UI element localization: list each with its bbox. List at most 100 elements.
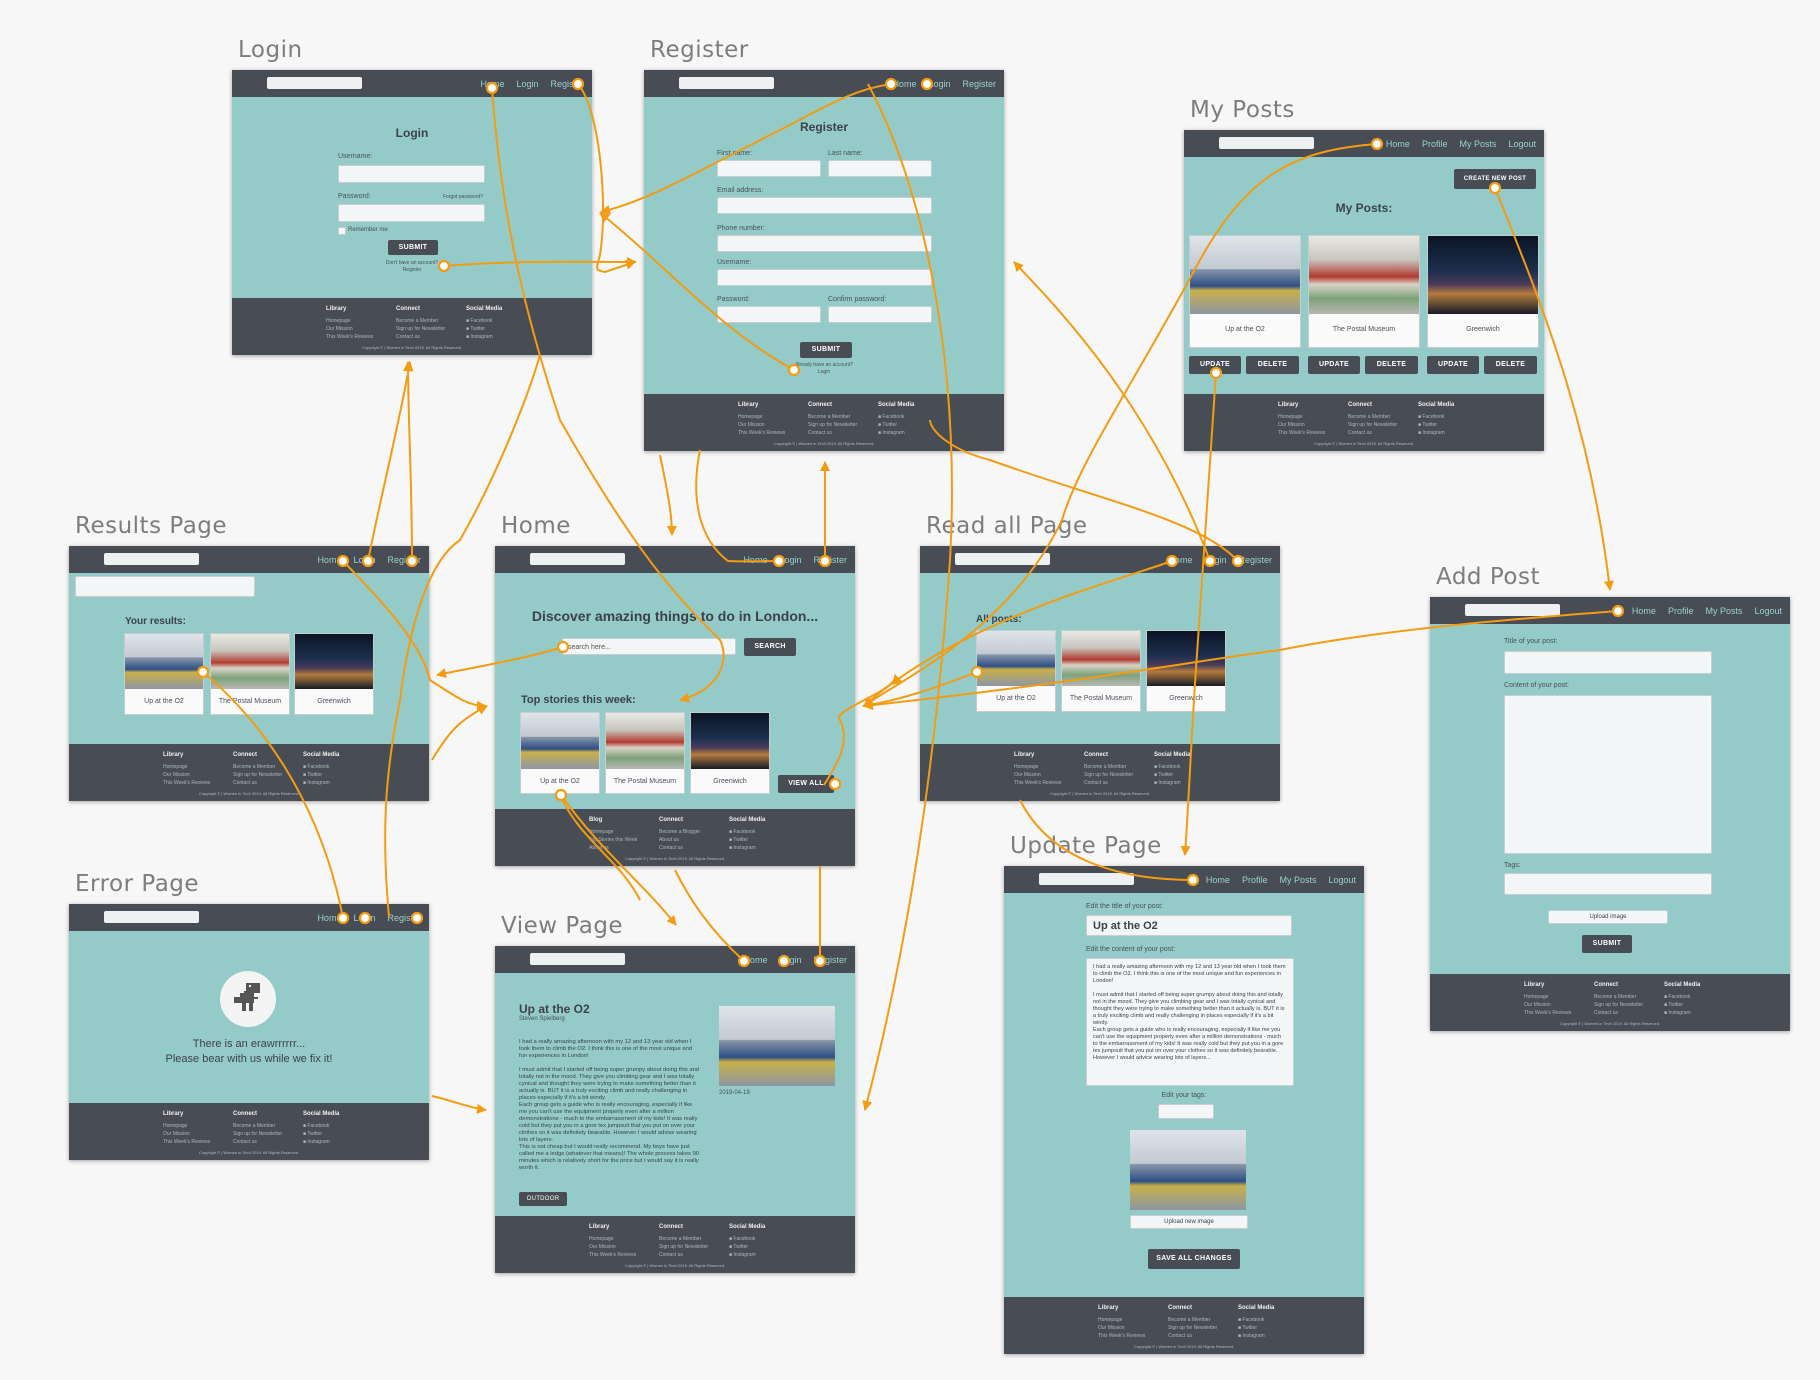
nav-my-posts-link[interactable]: My Posts [1705, 606, 1742, 616]
last-name-label: Last name: [828, 150, 863, 157]
nav-register-link[interactable]: Register [813, 555, 847, 565]
login-submit-button[interactable]: SUBMIT [388, 240, 438, 255]
nav-home-link[interactable]: Home [480, 79, 504, 89]
nav-login-link[interactable]: Login [353, 913, 375, 923]
post-content-textarea[interactable] [1504, 695, 1712, 854]
post-card[interactable]: Greenwich [294, 633, 374, 715]
nav-register-link[interactable]: Register [387, 555, 421, 565]
nav-profile-link[interactable]: Profile [1668, 606, 1694, 616]
nav-register-link[interactable]: Register [962, 79, 996, 89]
edit-title-input[interactable]: Up at the O2 [1086, 915, 1292, 936]
delete-button[interactable]: DELETE [1484, 356, 1537, 374]
nav-home-link[interactable]: Home [743, 955, 767, 965]
nav-home-link[interactable]: Home [892, 79, 916, 89]
post-title-input[interactable] [1504, 651, 1712, 674]
nav-logout-link[interactable]: Logout [1754, 606, 1782, 616]
password-input[interactable] [338, 204, 485, 222]
nav-home-link[interactable]: Home [317, 555, 341, 565]
post-title-label: Title of your post: [1504, 638, 1558, 645]
nav-my-posts-link[interactable]: My Posts [1459, 139, 1496, 149]
view-all-button[interactable]: VIEW ALL [778, 775, 834, 793]
nav-home-link[interactable]: Home [1168, 555, 1192, 565]
tags-input[interactable] [1504, 873, 1712, 895]
my-posts-screen: Home Profile My Posts Logout CREATE NEW … [1184, 130, 1544, 451]
save-all-changes-button[interactable]: SAVE ALL CHANGES [1148, 1249, 1240, 1269]
logo-placeholder [1039, 873, 1134, 885]
nav-register-link[interactable]: Register [1238, 555, 1272, 565]
upload-new-image-button[interactable]: Upload new image [1130, 1215, 1248, 1229]
search-input[interactable]: search here... [562, 638, 736, 655]
search-button[interactable]: SEARCH [744, 638, 796, 656]
nav-login-link[interactable]: Login [779, 955, 801, 965]
nav-login-link[interactable]: Login [516, 79, 538, 89]
register-submit-button[interactable]: SUBMIT [800, 342, 852, 358]
edit-content-textarea[interactable]: I had a really amazing afternoon with my… [1086, 958, 1294, 1086]
nav-login-link[interactable]: Login [928, 79, 950, 89]
screen-title-my-posts: My Posts [1190, 97, 1295, 123]
post-card[interactable]: The Postal Museum [1308, 235, 1420, 348]
post-body: I had a really amazing afternoon with my… [519, 1039, 700, 1171]
phone-input[interactable] [717, 235, 932, 252]
footer: Library Homepage Our Mission This Week's Re… [69, 744, 429, 801]
register-link[interactable]: Register [232, 267, 592, 273]
remember-checkbox[interactable] [338, 227, 346, 235]
update-button[interactable]: UPDATE [1308, 356, 1360, 374]
email-label: Email address: [717, 187, 764, 194]
post-card[interactable]: Up at the O2 [1189, 235, 1301, 348]
nav-home-link[interactable]: Home [1632, 606, 1656, 616]
upload-image-button[interactable]: Upload image [1548, 910, 1668, 924]
nav-login-link[interactable]: Login [1204, 555, 1226, 565]
copyright: Copyright © | Women in Tech 2019. All Ri… [773, 441, 875, 446]
nav-home-link[interactable]: Home [1206, 875, 1230, 885]
nav-register-link[interactable]: Register [387, 913, 421, 923]
username-input[interactable] [717, 269, 932, 286]
post-card[interactable]: Greenwich [690, 712, 770, 794]
add-post-submit-button[interactable]: SUBMIT [1582, 935, 1632, 953]
nav-logout-link[interactable]: Logout [1328, 875, 1356, 885]
footer-connect: Connect Become a Member Sign up for Newsle… [1084, 752, 1134, 786]
nav-login-link[interactable]: Login [779, 555, 801, 565]
update-button[interactable]: UPDATE [1427, 356, 1479, 374]
nav-profile-link[interactable]: Profile [1422, 139, 1448, 149]
post-card[interactable]: The Postal Museum [1061, 630, 1141, 712]
username-input[interactable] [338, 165, 485, 183]
edit-tags-input[interactable] [1158, 1104, 1214, 1119]
footer-social: Social Media ■ Facebook ■ Twitter ■ Instagr… [729, 817, 766, 851]
delete-button[interactable]: DELETE [1246, 356, 1299, 374]
nav-logout-link[interactable]: Logout [1508, 139, 1536, 149]
post-card[interactable]: Up at the O2 [976, 630, 1056, 712]
tag-badge[interactable]: OUTDOOR [519, 1192, 567, 1206]
delete-button[interactable]: DELETE [1365, 356, 1418, 374]
flow-arrow [431, 705, 488, 761]
nav-register-link[interactable]: Register [813, 955, 847, 965]
footer: Library Homepage Our Mission This Week's Re… [1184, 394, 1544, 451]
post-card[interactable]: The Postal Museum [605, 712, 685, 794]
first-name-input[interactable] [717, 160, 821, 177]
nav-home-link[interactable]: Home [1386, 139, 1410, 149]
last-name-input[interactable] [828, 160, 932, 177]
logo-placeholder [104, 553, 199, 565]
search-input[interactable] [75, 576, 255, 597]
nav-my-posts-link[interactable]: My Posts [1279, 875, 1316, 885]
post-card[interactable]: The Postal Museum [210, 633, 290, 715]
post-card[interactable]: Greenwich [1146, 630, 1226, 712]
nav-profile-link[interactable]: Profile [1242, 875, 1268, 885]
confirm-password-input[interactable] [828, 306, 932, 323]
register-screen: Home Login Register Register First name:… [644, 70, 1004, 451]
login-link[interactable]: Login [644, 369, 1004, 375]
forgot-password-link[interactable]: Forgot password? [443, 194, 483, 200]
nav-home-link[interactable]: Home [743, 555, 767, 565]
post-card[interactable]: Greenwich [1427, 235, 1539, 348]
footer-social: Social Media ■ Facebook ■ Twitter ■ Instagr… [466, 306, 503, 340]
footer-connect: Connect Become a Member Sign up for Newsle… [396, 306, 446, 340]
post-card[interactable]: Up at the O2 [124, 633, 204, 715]
post-card[interactable]: Up at the O2 [520, 712, 600, 794]
password-input[interactable] [717, 306, 821, 323]
navbar: Home Login Register [644, 70, 1004, 97]
create-new-post-button[interactable]: CREATE NEW POST [1454, 169, 1536, 189]
nav-register-link[interactable]: Register [550, 79, 584, 89]
email-input[interactable] [717, 197, 932, 214]
nav-login-link[interactable]: Login [353, 555, 375, 565]
update-button[interactable]: UPDATE [1189, 356, 1241, 374]
nav-home-link[interactable]: Home [317, 913, 341, 923]
